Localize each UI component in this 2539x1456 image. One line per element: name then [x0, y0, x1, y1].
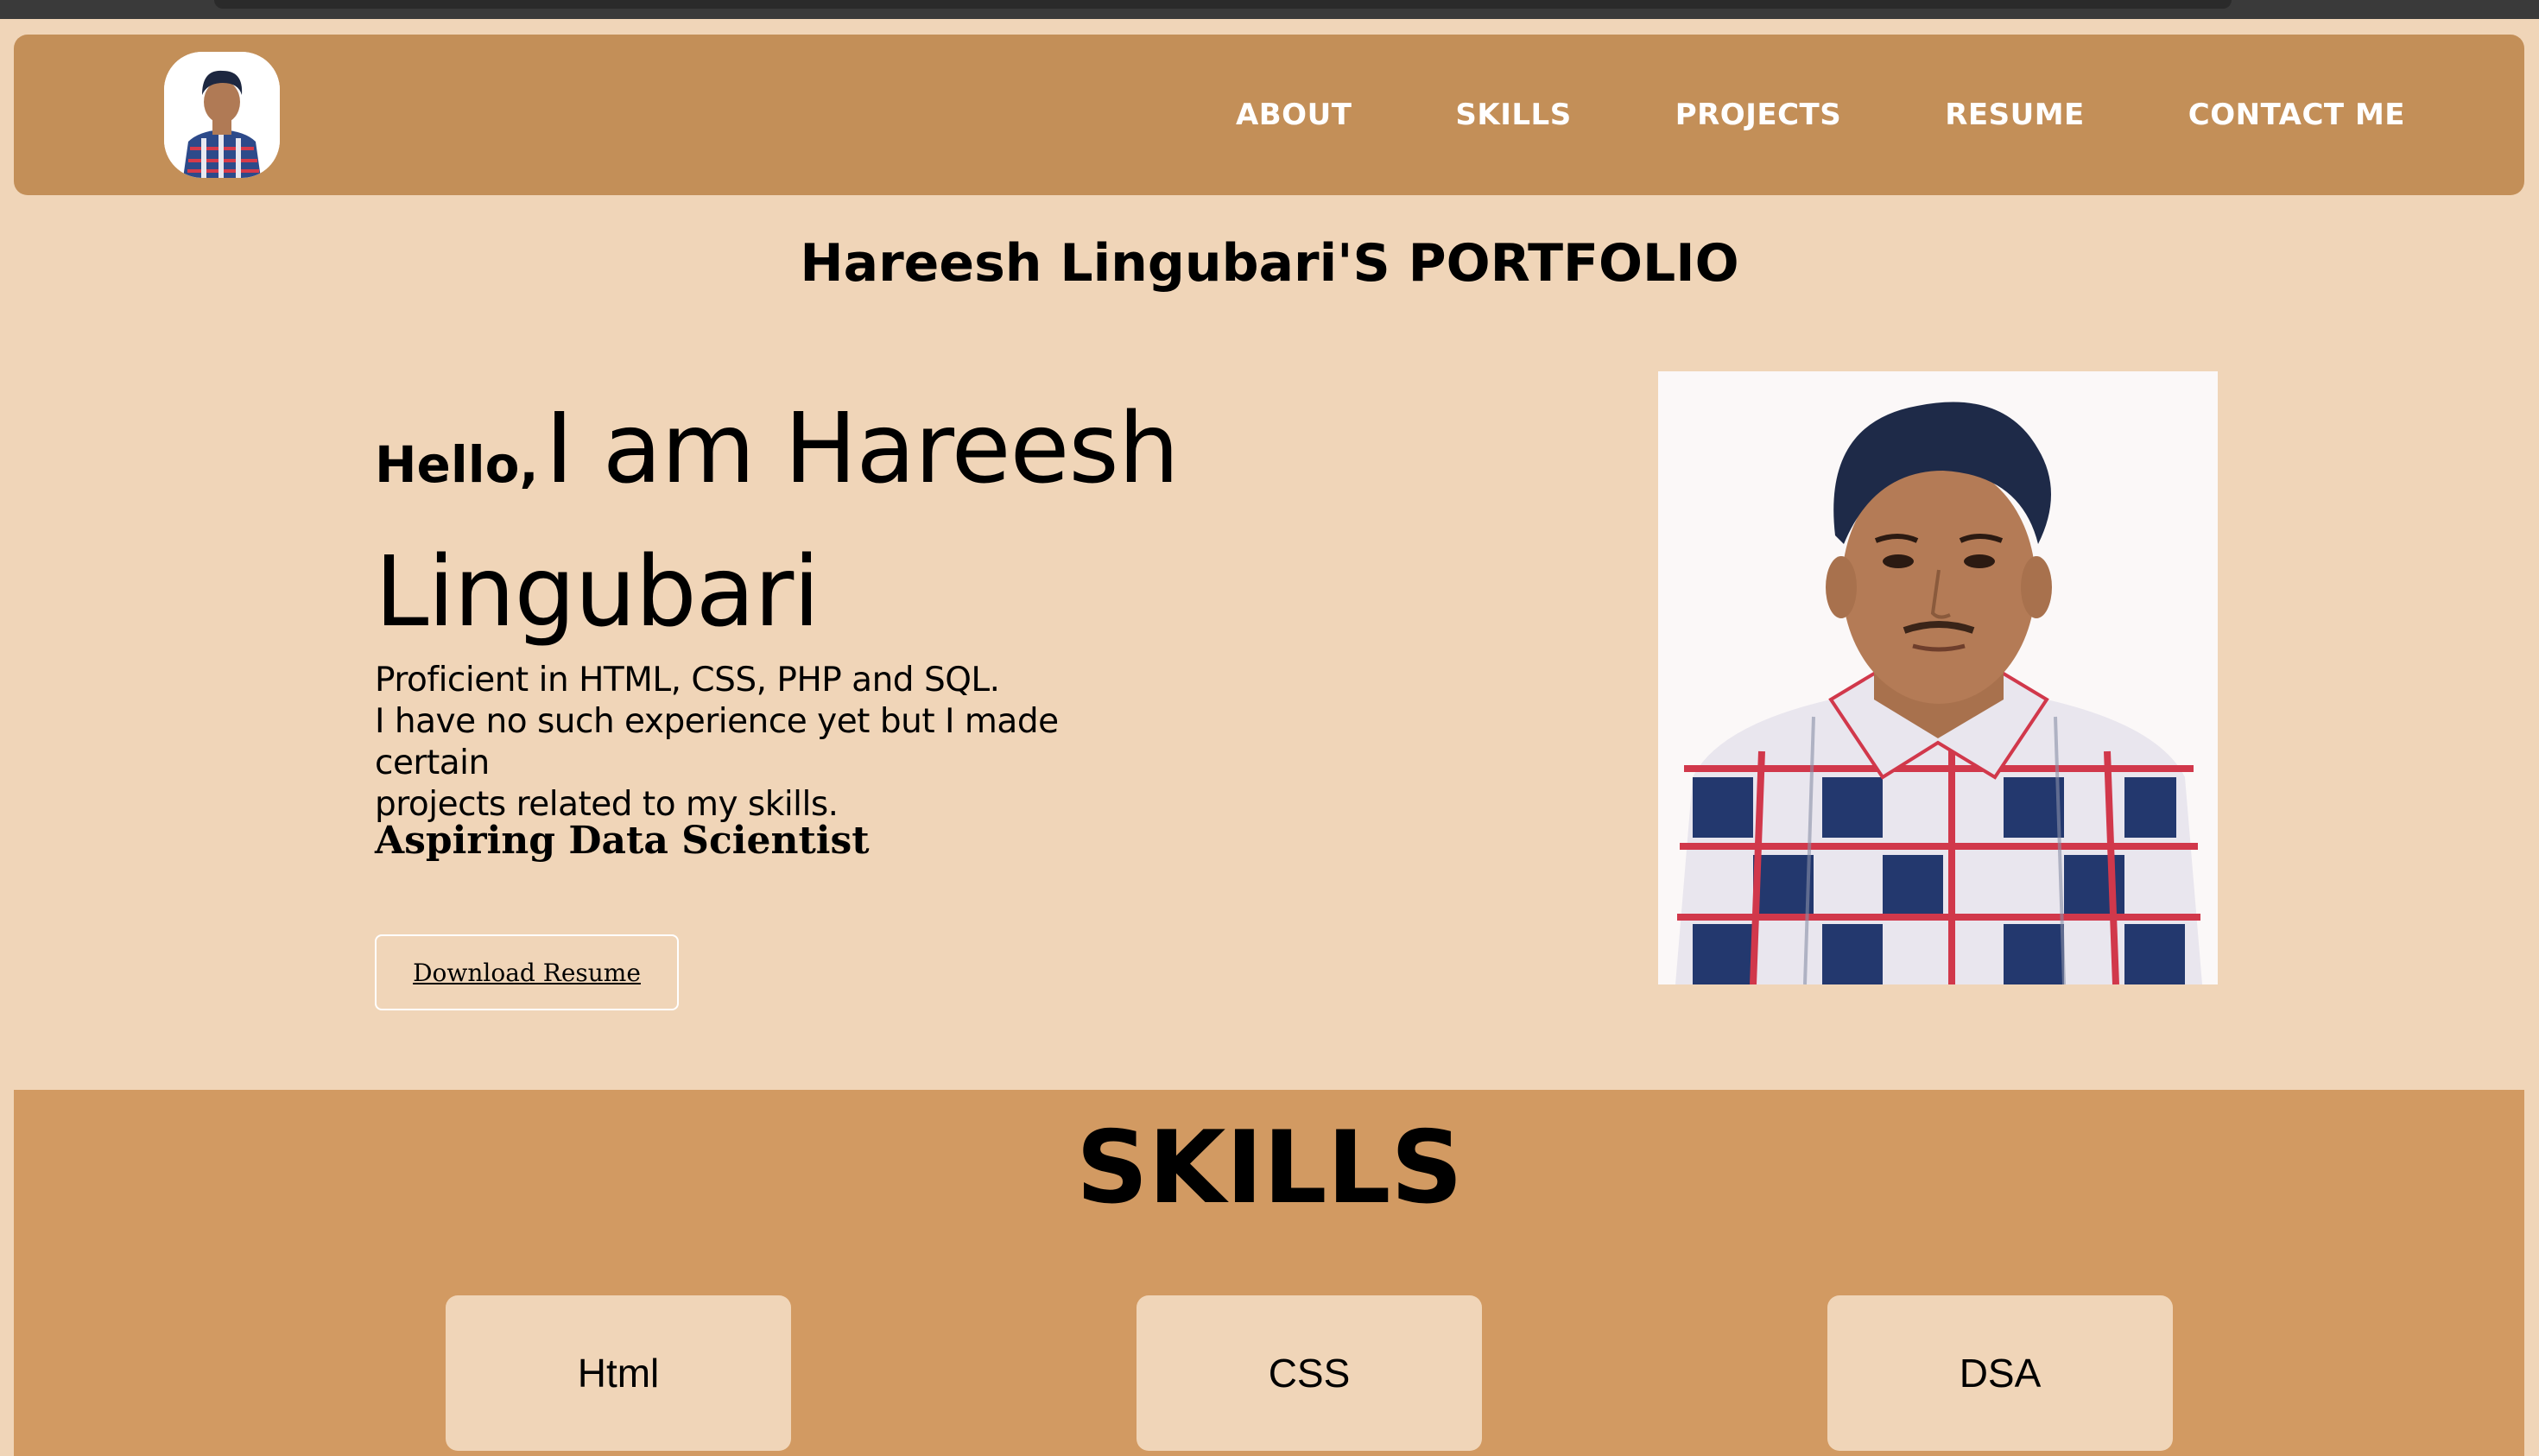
nav-link-projects[interactable]: PROJECTS — [1675, 98, 1842, 132]
nav-link-contact[interactable]: CONTACT ME — [2188, 98, 2405, 132]
hero-description: Proficient in HTML, CSS, PHP and SQL. I … — [375, 660, 1152, 826]
browser-tabstrip — [214, 0, 2232, 9]
browser-chrome — [0, 0, 2539, 19]
hero-role: Aspiring Data Scientist — [375, 819, 870, 863]
skill-card-css: CSS — [1137, 1295, 1482, 1451]
nav-link-skills[interactable]: SKILLS — [1455, 98, 1571, 132]
skill-card-html: Html — [446, 1295, 791, 1451]
nav-links: ABOUT SKILLS PROJECTS RESUME CONTACT ME — [1132, 35, 2405, 195]
portrait-photo-icon — [1658, 371, 2218, 984]
avatar-photo-icon — [164, 52, 280, 178]
hero-description-line: Proficient in HTML, CSS, PHP and SQL. — [375, 661, 1000, 700]
hero-name: I am Hareesh Lingubari — [375, 393, 1180, 649]
hero-heading: Hello, I am Hareesh Lingubari — [375, 390, 1238, 677]
download-resume-button[interactable]: Download Resume — [375, 934, 679, 1010]
hero-description-line: I have no such experience yet but I made… — [375, 702, 1059, 782]
nav-link-about[interactable]: ABOUT — [1236, 98, 1352, 132]
nav-link-resume[interactable]: RESUME — [1945, 98, 2085, 132]
avatar[interactable] — [164, 52, 280, 178]
hero-hello: Hello, — [375, 435, 539, 494]
navbar: ABOUT SKILLS PROJECTS RESUME CONTACT ME — [14, 35, 2524, 195]
page-title: Hareesh Lingubari'S PORTFOLIO — [800, 233, 1739, 294]
profile-photo — [1658, 371, 2218, 984]
skill-card-dsa: DSA — [1827, 1295, 2173, 1451]
skills-title: SKILLS — [1076, 1110, 1463, 1226]
